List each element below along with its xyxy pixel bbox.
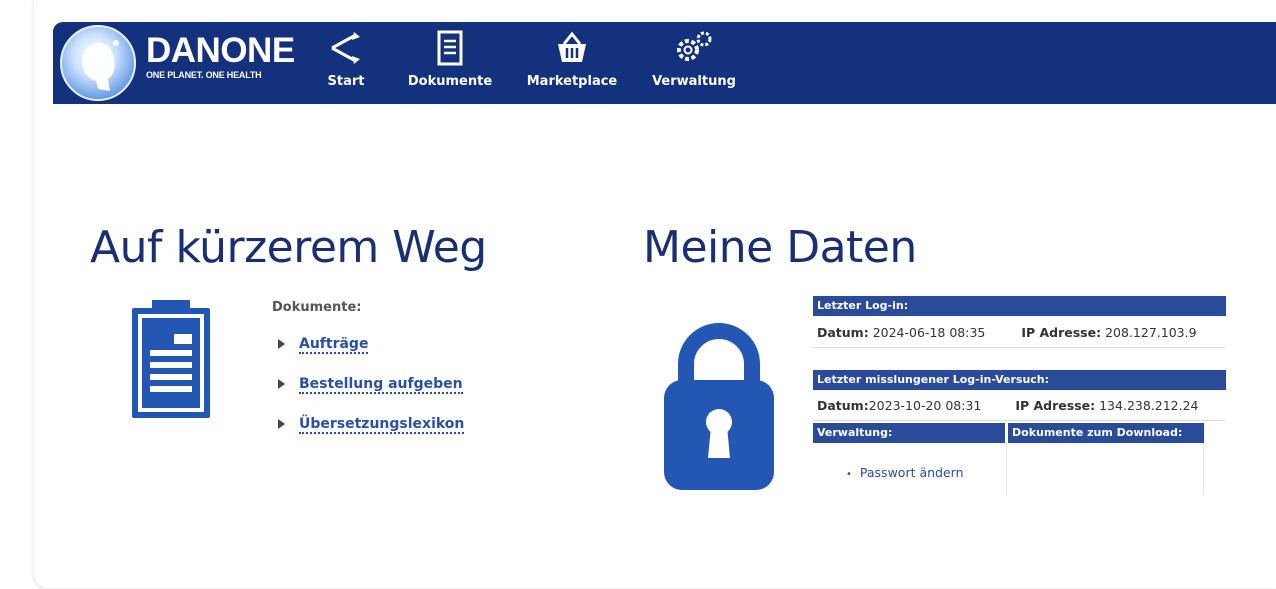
last-login-date-value: 2024-06-18 08:35	[872, 325, 986, 340]
nav-marketplace-label: Marketplace	[526, 74, 618, 89]
change-password-link[interactable]: Passwort ändern	[860, 465, 964, 480]
nav-start-label: Start	[327, 74, 365, 89]
last-failed-date-value: 2023-10-20 08:31	[868, 398, 982, 413]
clipboard-icon	[128, 298, 214, 426]
documents-label: Dokumente:	[272, 300, 362, 315]
last-login-ip-value: 208.127.103.9	[1105, 325, 1197, 340]
share-branch-icon	[322, 26, 370, 70]
link-bestellung-aufgeben[interactable]: Bestellung aufgeben	[299, 376, 463, 394]
gears-icon	[644, 26, 744, 70]
documents-link-list: Aufträge Bestellung aufgeben Übersetzung…	[278, 336, 465, 456]
arrow-right-icon	[278, 379, 285, 389]
brand-name: DANONE	[146, 31, 295, 70]
last-login-header: Letzter Log-in:	[813, 296, 1226, 316]
list-item: Bestellung aufgeben	[278, 376, 464, 416]
nav-verwaltung-label: Verwaltung	[652, 74, 736, 89]
arrow-right-icon	[278, 419, 285, 429]
shortcuts-title: Auf kürzerem Weg	[90, 222, 487, 273]
list-item: Übersetzungslexikon	[278, 416, 465, 456]
nav-dokumente[interactable]: Dokumente	[400, 26, 500, 98]
arrow-right-icon	[278, 339, 285, 349]
nav-dokumente-label: Dokumente	[407, 74, 493, 89]
child-silhouette-icon	[82, 40, 119, 91]
link-auftraege[interactable]: Aufträge	[299, 336, 369, 354]
last-failed-login-header: Letzter misslungener Log-in-Versuch:	[813, 370, 1226, 390]
last-failed-date-label: Datum:	[817, 398, 869, 413]
nav-verwaltung[interactable]: Verwaltung	[644, 26, 744, 98]
column-divider	[1203, 443, 1204, 495]
document-icon	[400, 26, 500, 70]
brand-logo[interactable]	[60, 25, 136, 101]
downloads-header: Dokumente zum Download:	[1008, 423, 1204, 443]
last-login-ip-label: IP Adresse:	[1021, 325, 1102, 340]
brand-tagline: ONE PLANET. ONE HEALTH	[146, 70, 262, 80]
admin-links: • Passwort ändern	[846, 462, 964, 481]
admin-header: Verwaltung:	[813, 423, 1005, 443]
nav-marketplace[interactable]: Marketplace	[520, 26, 624, 98]
list-item: Aufträge	[278, 336, 464, 376]
last-failed-ip-label: IP Adresse:	[1015, 398, 1096, 413]
nav-start[interactable]: Start	[322, 26, 370, 98]
bullet-icon: •	[846, 469, 852, 480]
mydata-title: Meine Daten	[643, 222, 917, 273]
basket-icon	[520, 26, 624, 70]
last-failed-ip-value: 134.238.212.24	[1099, 398, 1199, 413]
column-divider	[1006, 443, 1007, 495]
padlock-icon	[662, 316, 776, 496]
link-uebersetzungslexikon[interactable]: Übersetzungslexikon	[299, 416, 465, 434]
last-login-row: Datum: 2024-06-18 08:35 IP Adresse: 208.…	[813, 318, 1226, 348]
last-login-date-label: Datum:	[817, 325, 869, 340]
last-failed-login-row: Datum:2023-10-20 08:31 IP Adresse: 134.2…	[813, 391, 1226, 421]
